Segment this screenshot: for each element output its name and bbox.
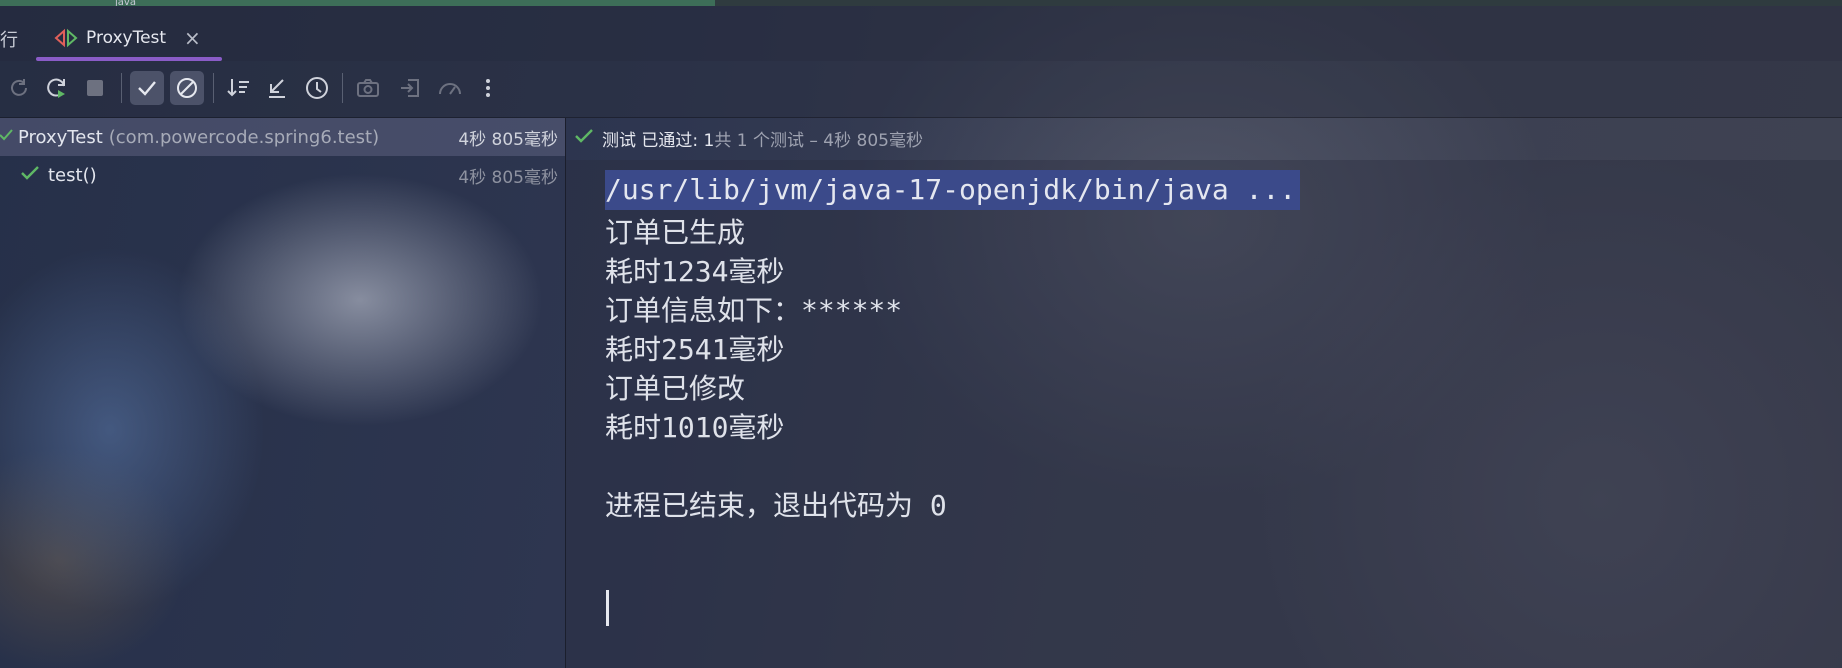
test-tree: ProxyTest (com.powercode.spring6.test) 4… [0, 118, 565, 668]
test-run-icon [54, 28, 80, 48]
passed-check-icon [574, 127, 594, 150]
tree-item-name: test() [48, 164, 97, 186]
tree-item-proxytest[interactable]: ProxyTest (com.powercode.spring6.test) 4… [0, 118, 565, 156]
close-icon[interactable]: × [184, 26, 201, 50]
tree-item-name: ProxyTest [18, 126, 103, 148]
import-tests-icon[interactable] [393, 71, 427, 105]
history-icon[interactable] [300, 71, 334, 105]
console-line: 订单信息如下：****** [605, 294, 903, 327]
test-status-bar: 测试 已通过: 1 共 1 个测试 – 4秒 805毫秒 [566, 118, 1842, 158]
run-tab-bar: 行 ProxyTest × [0, 6, 1842, 61]
sort-alphabetically-icon[interactable] [222, 71, 256, 105]
console-command-line[interactable]: /usr/lib/jvm/java-17-openjdk/bin/java ..… [605, 170, 1301, 210]
tab-label: ProxyTest [86, 27, 167, 48]
stop-icon[interactable] [78, 71, 112, 105]
tree-item-test[interactable]: test() 4秒 805毫秒 [0, 156, 565, 194]
console-line: 订单已修改 [605, 372, 746, 405]
toolbar-separator [342, 73, 343, 103]
rerun-failed-icon[interactable] [40, 71, 74, 105]
tree-item-duration: 4秒 805毫秒 [458, 129, 558, 150]
text-cursor [606, 590, 609, 626]
show-ignored-icon[interactable] [170, 71, 204, 105]
console-line: 耗时1010毫秒 [605, 411, 785, 444]
rerun-icon[interactable] [2, 71, 36, 105]
console-line: 耗时2541毫秒 [605, 333, 785, 366]
passed-check-icon [20, 164, 40, 187]
status-passed-text: 测试 已通过: 1 [602, 130, 715, 151]
tab-proxytest[interactable]: ProxyTest × [36, 14, 222, 61]
passed-check-icon [0, 127, 14, 148]
tree-item-package: (com.powercode.spring6.test) [108, 126, 380, 148]
camera-icon[interactable] [351, 71, 385, 105]
console-output[interactable]: /usr/lib/jvm/java-17-openjdk/bin/java ..… [566, 160, 1842, 668]
toolbar-separator [121, 73, 122, 103]
show-passed-icon[interactable] [130, 71, 164, 105]
sort-by-duration-icon[interactable] [260, 71, 294, 105]
console-line: 订单已生成 [605, 216, 746, 249]
status-detail-text: 共 1 个测试 – 4秒 805毫秒 [714, 130, 923, 151]
more-options-icon[interactable] [471, 71, 505, 105]
tree-item-duration: 4秒 805毫秒 [458, 167, 558, 188]
previous-tab-partial[interactable]: 行 [0, 26, 18, 52]
test-toolbar [0, 61, 1842, 117]
profiler-icon[interactable] [433, 71, 467, 105]
toolbar-separator [213, 73, 214, 103]
console-exit-line: 进程已结束，退出代码为 0 [605, 489, 947, 522]
console-line: 耗时1234毫秒 [605, 255, 785, 288]
